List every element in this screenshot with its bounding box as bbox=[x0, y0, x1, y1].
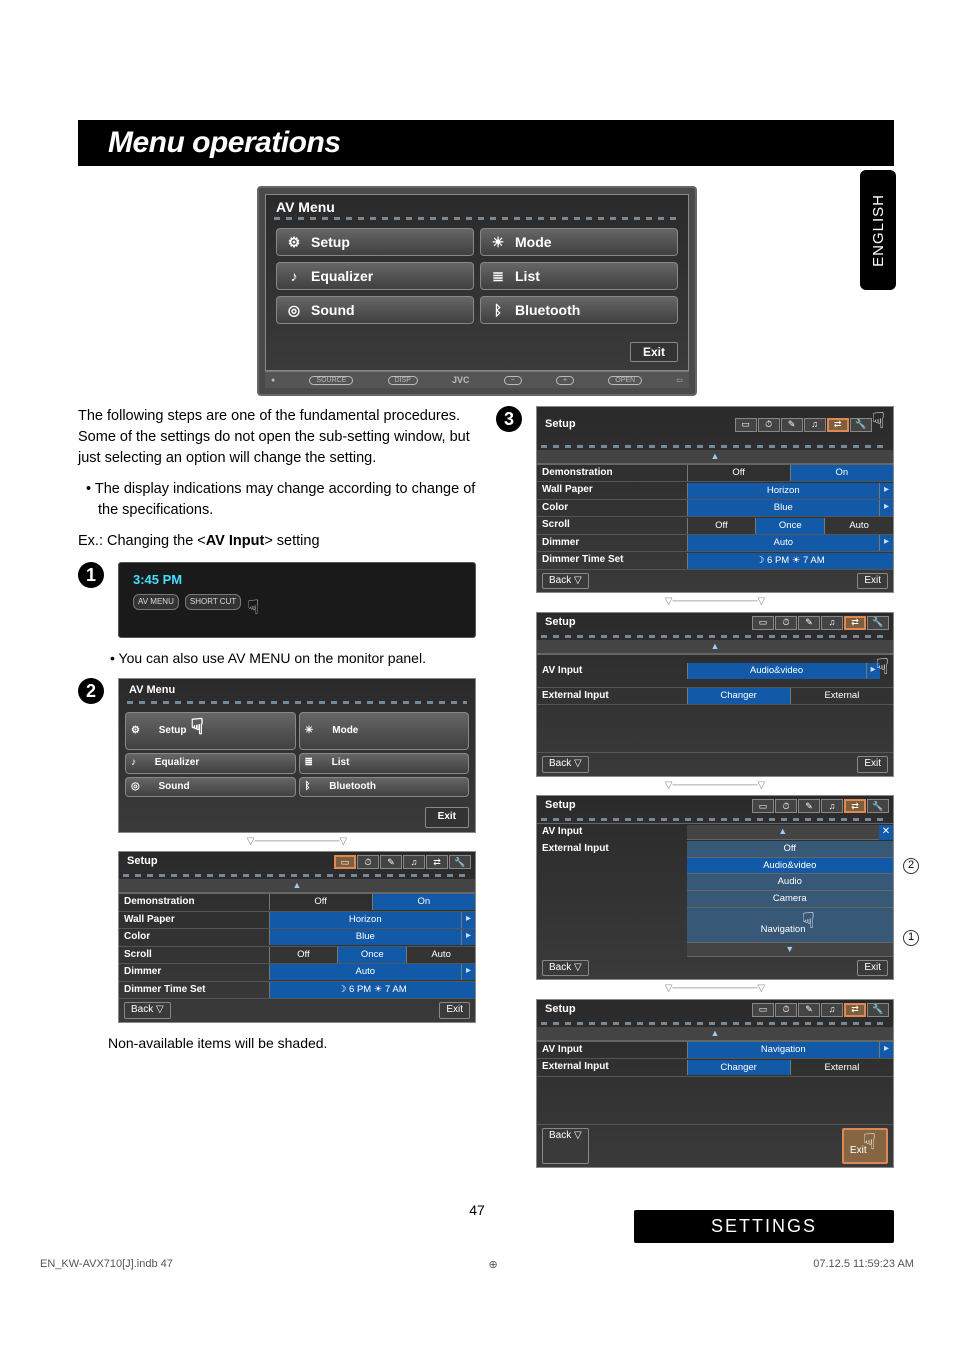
gear-icon: ⚙ bbox=[285, 233, 303, 251]
pointer-icon: ☟ bbox=[802, 905, 815, 937]
shortcut-remote-button[interactable]: SHORT CUT bbox=[185, 594, 241, 610]
footer-timestamp: 07.12.5 11:59:23 AM bbox=[813, 1258, 914, 1271]
setup-tab-disc[interactable]: ✎ bbox=[380, 855, 402, 869]
setup-tab-input[interactable]: ⇄ bbox=[426, 855, 448, 869]
remote-time: 3:45 PM bbox=[133, 571, 467, 590]
av-menu-bluetooth[interactable]: ᛒBluetooth bbox=[480, 296, 678, 324]
setup-screen-3d: Setup ▭ ⏱ ✎ ♫ ⇄ 🔧 ▲ AV InputNaviga bbox=[536, 999, 894, 1168]
source-button[interactable]: SOURCE bbox=[309, 376, 353, 385]
step-1-remote: 3:45 PM AV MENU SHORT CUT ☟ bbox=[118, 562, 476, 638]
av-menu-remote-button[interactable]: AV MENU bbox=[133, 594, 179, 610]
section-footer-settings: SETTINGS bbox=[634, 1210, 894, 1243]
print-registration-icon: ⊕ bbox=[488, 1258, 497, 1271]
exit-button[interactable]: Exit bbox=[630, 342, 678, 362]
av-input-opt-navigation[interactable]: Navigation☟1 bbox=[687, 908, 893, 943]
callout-2: 2 bbox=[903, 858, 919, 874]
intro-paragraph: The following steps are one of the funda… bbox=[78, 406, 476, 469]
intro-bullet: • The display indications may change acc… bbox=[78, 479, 476, 521]
exit-button[interactable]: Exit☟ bbox=[842, 1128, 888, 1164]
av-menu-setup-small[interactable]: ⚙ Setup☟ bbox=[125, 712, 296, 750]
list-icon: ≣ bbox=[489, 267, 507, 285]
pointer-icon: ☟ bbox=[863, 1126, 876, 1158]
back-button[interactable]: Back ▽ bbox=[542, 756, 589, 773]
language-side-tab: ENGLISH bbox=[860, 170, 896, 290]
page-title-band: Menu operations bbox=[78, 120, 894, 166]
back-button[interactable]: Back ▽ bbox=[124, 1002, 171, 1019]
back-button[interactable]: Back ▽ bbox=[542, 1128, 589, 1164]
example-line: Ex.: Changing the <AV Input> setting bbox=[78, 531, 476, 552]
minus-button[interactable]: − bbox=[504, 376, 522, 385]
av-input-opt-audiovideo[interactable]: Audio&video2 bbox=[687, 858, 893, 875]
step-2-bullet: • You can also use AV MENU on the monito… bbox=[78, 648, 476, 668]
av-input-opt-camera[interactable]: Camera bbox=[687, 891, 893, 908]
sun-icon: ☀ bbox=[489, 233, 507, 251]
setup-screen-3b: Setup ▭ ⏱ ✎ ♫ ⇄ 🔧 ▲ AV InputAudio& bbox=[536, 612, 894, 777]
exit-button[interactable]: Exit bbox=[857, 756, 888, 773]
setup-tab-tuner[interactable]: ♫ bbox=[403, 855, 425, 869]
open-button[interactable]: OPEN bbox=[608, 376, 642, 385]
plus-button[interactable]: + bbox=[556, 376, 574, 385]
setup-tab-input[interactable]: ⇄ bbox=[827, 418, 849, 432]
av-input-opt-audio[interactable]: Audio bbox=[687, 874, 893, 891]
step-1-badge: 1 bbox=[78, 562, 104, 588]
setup-screen-3a: Setup ▭ ⏱ ✎ ♫ ⇄ 🔧 ☟ ▲ Demonstration bbox=[536, 406, 894, 593]
exit-button[interactable]: Exit bbox=[857, 960, 888, 977]
setup-screen-step2: Setup ▭ ⏱ ✎ ♫ ⇄ 🔧 ▲ DemonstrationOffOnWa… bbox=[118, 851, 476, 1022]
av-menu-equalizer[interactable]: ♪Equalizer bbox=[276, 262, 474, 290]
pointer-icon: ☟ bbox=[247, 594, 259, 623]
pointer-icon: ☟ bbox=[872, 405, 885, 437]
exit-button[interactable]: Exit bbox=[857, 573, 888, 590]
setup-tab-display[interactable]: ▭ bbox=[334, 855, 356, 869]
equalizer-icon: ♪ bbox=[285, 267, 303, 285]
page-title: Menu operations bbox=[108, 126, 864, 160]
setup-screen-3c: Setup ▭ ⏱ ✎ ♫ ⇄ 🔧 AV Input bbox=[536, 795, 894, 980]
av-input-value[interactable]: Navigation bbox=[687, 1042, 879, 1058]
step-3-badge: 3 bbox=[496, 406, 522, 432]
back-button[interactable]: Back ▽ bbox=[542, 960, 589, 977]
non-available-caption: Non-available items will be shaded. bbox=[108, 1033, 476, 1053]
av-menu-mode[interactable]: ☀Mode bbox=[480, 228, 678, 256]
back-button[interactable]: Back ▽ bbox=[542, 573, 589, 590]
av-input-opt-off[interactable]: Off bbox=[687, 841, 893, 858]
av-menu-setup[interactable]: ⚙Setup bbox=[276, 228, 474, 256]
footer-file: EN_KW-AVX710[J].indb 47 bbox=[40, 1258, 173, 1271]
setup-tab-others[interactable]: 🔧 bbox=[449, 855, 471, 869]
av-menu-device-large: AV Menu ⚙Setup ☀Mode ♪Equalizer ≣List ◎S… bbox=[257, 186, 697, 396]
pointer-icon: ☟ bbox=[876, 651, 889, 683]
av-menu-sound[interactable]: ◎Sound bbox=[276, 296, 474, 324]
exit-button[interactable]: Exit bbox=[425, 807, 469, 828]
bluetooth-icon: ᛒ bbox=[489, 301, 507, 319]
av-input-value[interactable]: Audio&video bbox=[687, 663, 866, 679]
exit-button[interactable]: Exit bbox=[439, 1002, 470, 1019]
pointer-icon: ☟ bbox=[191, 711, 204, 743]
callout-1: 1 bbox=[903, 930, 919, 946]
speaker-icon: ◎ bbox=[285, 301, 303, 319]
av-menu-title: AV Menu bbox=[266, 195, 688, 217]
brand-logo: JVC bbox=[452, 375, 470, 385]
step-2-badge: 2 bbox=[78, 678, 104, 704]
av-menu-list[interactable]: ≣List bbox=[480, 262, 678, 290]
device-panel-strip: ● SOURCE DISP JVC − + OPEN ▭ bbox=[265, 371, 689, 388]
setup-tab-clock[interactable]: ⏱ bbox=[357, 855, 379, 869]
disp-button[interactable]: DISP bbox=[388, 376, 418, 385]
